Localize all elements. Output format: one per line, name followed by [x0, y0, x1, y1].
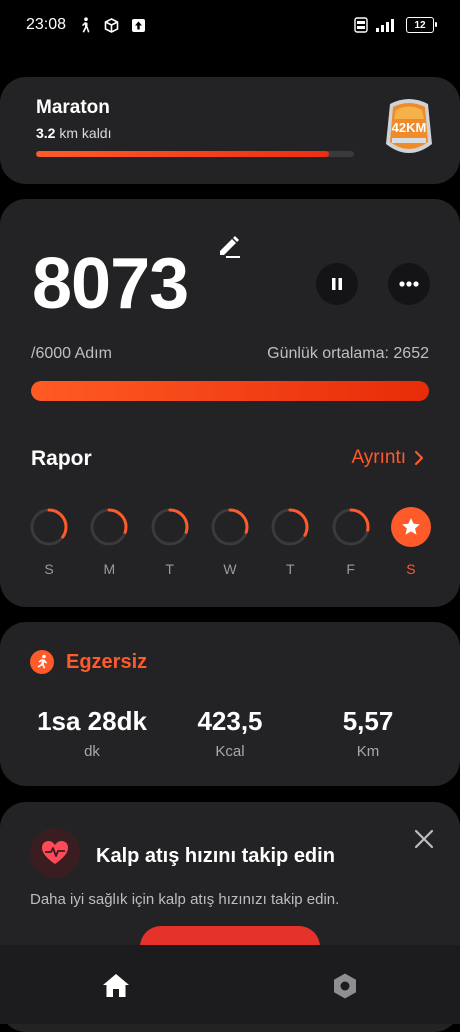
day-3[interactable]: W — [200, 507, 260, 577]
steps-progress-bar — [31, 381, 429, 401]
day-label: F — [346, 561, 355, 577]
more-icon — [399, 281, 419, 287]
star-icon — [390, 507, 431, 547]
walk-icon — [78, 17, 92, 33]
exercise-title: Egzersiz — [66, 650, 148, 673]
distance-stat: 5,57 Km — [288, 706, 448, 760]
steps-goal: /6000 Adım — [31, 345, 112, 362]
marathon-card[interactable]: Maraton 3.2 km kaldı 42KM — [0, 77, 460, 184]
pause-icon — [332, 278, 342, 290]
status-bar: 23:08 12 — [0, 0, 460, 50]
marathon-remaining-value: 3.2 — [36, 125, 56, 141]
duration-unit: dk — [84, 743, 100, 760]
volte-icon — [354, 17, 368, 33]
calories-value: 423,5 — [197, 706, 263, 736]
calories-unit: Kcal — [215, 743, 245, 760]
day-5[interactable]: F — [321, 507, 381, 577]
bottom-navigation — [0, 945, 460, 1024]
day-progress-ring — [332, 508, 370, 546]
box-icon — [104, 17, 119, 33]
marathon-remaining-text: km kaldı — [55, 125, 112, 141]
day-label: M — [103, 561, 116, 577]
day-label: W — [223, 561, 237, 577]
marathon-progress-fill — [36, 151, 329, 157]
day-progress-ring — [211, 508, 249, 546]
distance-unit: Km — [356, 743, 380, 760]
more-button[interactable] — [388, 263, 430, 305]
marathon-progress-bar — [36, 151, 354, 157]
signal-icon — [376, 18, 398, 32]
marathon-remaining: 3.2 km kaldı — [36, 125, 111, 141]
steps-progress-fill — [31, 381, 429, 401]
pause-button[interactable] — [316, 263, 358, 305]
day-4[interactable]: T — [260, 507, 320, 577]
duration-value: 1sa 28dk — [37, 706, 147, 736]
day-label: S — [406, 561, 416, 577]
calories-stat: 423,5 Kcal — [150, 706, 310, 760]
details-link[interactable]: Ayrıntı — [351, 447, 424, 469]
heart-rate-title: Kalp atış hızını takip edin — [96, 845, 335, 867]
day-6[interactable]: S — [381, 507, 441, 577]
day-0[interactable]: S — [19, 507, 79, 577]
report-title: Rapor — [31, 447, 92, 470]
day-label: T — [165, 561, 174, 577]
marathon-medal-icon: 42KM — [386, 99, 432, 153]
steps-card: 8073 /6000 Adım Günlük ortalama: 2652 Ra… — [0, 199, 460, 607]
chevron-right-icon — [414, 450, 424, 466]
day-2[interactable]: T — [140, 507, 200, 577]
weekly-report: SMTWTFS — [19, 507, 441, 577]
home-icon[interactable] — [102, 972, 130, 998]
day-label: S — [44, 561, 54, 577]
status-time: 23:08 — [26, 16, 67, 33]
day-progress-ring — [271, 508, 309, 546]
day-progress-ring — [30, 508, 68, 546]
daily-average: Günlük ortalama: 2652 — [267, 345, 429, 362]
exercise-card[interactable]: Egzersiz 1sa 28dk dk 423,5 Kcal 5,57 Km — [0, 622, 460, 786]
battery-icon: 12 — [406, 17, 437, 33]
heart-rate-description: Daha iyi sağlık için kalp atış hızınızı … — [30, 891, 340, 908]
day-label: T — [286, 561, 295, 577]
duration-stat: 1sa 28dk dk — [12, 706, 172, 760]
medal-text: 42KM — [392, 120, 427, 135]
settings-icon[interactable] — [331, 972, 359, 1000]
upload-icon — [131, 18, 146, 33]
heart-icon — [30, 828, 80, 878]
running-icon — [30, 650, 54, 674]
edit-icon[interactable] — [216, 233, 242, 259]
close-icon[interactable] — [412, 827, 436, 851]
marathon-title: Maraton — [36, 97, 110, 118]
day-1[interactable]: M — [79, 507, 139, 577]
details-label: Ayrıntı — [351, 447, 406, 468]
distance-value: 5,57 — [342, 706, 394, 736]
day-progress-ring — [151, 508, 189, 546]
steps-count: 8073 — [32, 244, 189, 324]
day-progress-ring — [90, 508, 128, 546]
